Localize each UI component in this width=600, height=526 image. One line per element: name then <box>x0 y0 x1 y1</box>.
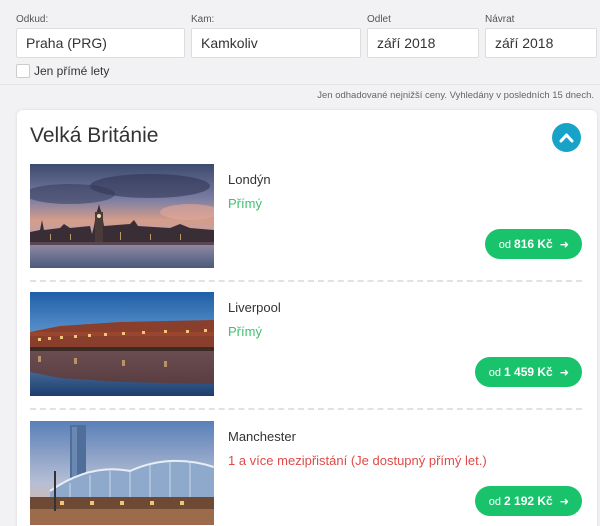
price-amount: 1 459 Kč <box>504 365 553 379</box>
destination-item[interactable]: Londýn Přímý od 816 Kč ➜ <box>30 164 582 269</box>
from-input[interactable]: Praha (PRG) <box>16 28 185 58</box>
destination-stops: Přímý <box>228 324 262 339</box>
destination-item[interactable]: Manchester 1 a více mezipřistání (Je dos… <box>30 421 582 526</box>
arrow-right-icon: ➜ <box>559 239 569 251</box>
destination-city: Manchester <box>228 429 296 444</box>
separator <box>30 280 582 282</box>
return-field: Návrat září 2018 <box>485 14 597 58</box>
from-label: Odkud: <box>16 14 49 25</box>
price-note: Jen odhadované nejnižší ceny. Vyhledány … <box>317 90 594 101</box>
from-field: Odkud: Praha (PRG) <box>16 14 185 58</box>
price-prefix: od <box>488 496 501 508</box>
direct-only-checkbox[interactable] <box>16 64 30 78</box>
destination-stops: Přímý <box>228 196 262 211</box>
arrow-right-icon: ➜ <box>559 367 569 379</box>
direct-only-toggle[interactable]: Jen přímé lety <box>16 63 109 79</box>
country-title: Velká Británie <box>30 124 159 147</box>
return-label: Návrat <box>485 14 515 25</box>
price-button[interactable]: od 816 Kč ➜ <box>484 229 582 259</box>
destination-city: Liverpool <box>228 300 281 315</box>
separator <box>30 408 582 410</box>
destination-city: Londýn <box>228 172 271 187</box>
price-button[interactable]: od 1 459 Kč ➜ <box>474 357 582 387</box>
price-amount: 816 Kč <box>514 237 553 251</box>
liverpool-photo <box>30 292 214 396</box>
collapse-button[interactable] <box>552 123 581 152</box>
price-amount: 2 192 Kč <box>504 494 553 508</box>
destination-item[interactable]: Liverpool Přímý od 1 459 Kč ➜ <box>30 292 582 397</box>
to-input[interactable]: Kamkoliv <box>191 28 361 58</box>
depart-field: Odlet září 2018 <box>367 14 479 58</box>
to-label: Kam: <box>191 14 215 25</box>
divider <box>0 84 600 85</box>
price-button[interactable]: od 2 192 Kč ➜ <box>474 486 582 516</box>
depart-label: Odlet <box>367 14 391 25</box>
depart-input[interactable]: září 2018 <box>367 28 479 58</box>
manchester-photo <box>30 421 214 525</box>
return-input[interactable]: září 2018 <box>485 28 597 58</box>
chevron-up-icon <box>559 133 574 143</box>
price-prefix: od <box>498 239 511 251</box>
arrow-right-icon: ➜ <box>559 496 569 508</box>
search-form: Odkud: Praha (PRG) Kam: Kamkoliv Odlet z… <box>0 0 600 84</box>
price-prefix: od <box>488 367 501 379</box>
country-card: Velká Británie Londýn Přímý od 816 Kč ➜ … <box>17 110 597 526</box>
to-field: Kam: Kamkoliv <box>191 14 361 58</box>
london-photo <box>30 164 214 268</box>
destination-stops: 1 a více mezipřistání (Je dostupný přímý… <box>228 453 487 468</box>
direct-only-label: Jen přímé lety <box>34 64 110 78</box>
